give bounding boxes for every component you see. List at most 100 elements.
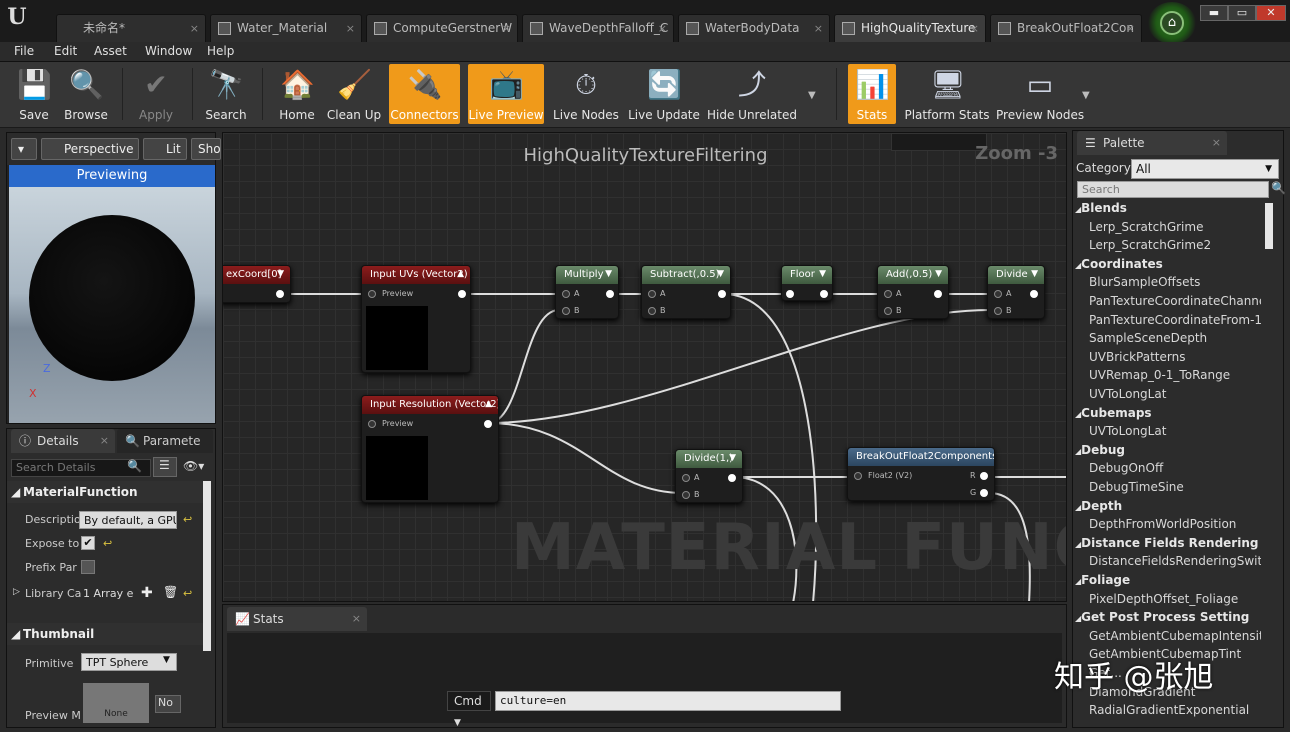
stats-button[interactable]: 📊 Stats <box>848 64 896 124</box>
input-pin[interactable] <box>682 491 690 499</box>
node-multiply[interactable]: Multiply ▼ A B <box>555 265 619 319</box>
node-floor[interactable]: Floor ▼ <box>781 265 833 301</box>
palette-item[interactable]: DebugOnOff <box>1089 461 1261 475</box>
apply-button[interactable]: ✔ Apply <box>130 64 182 124</box>
node-divide[interactable]: Divide ▼ A B <box>987 265 1045 319</box>
tab-breakout-float2[interactable]: BreakOutFloat2Con × <box>990 14 1142 42</box>
chevron-down-icon[interactable]: ▼ <box>935 269 942 279</box>
input-pin[interactable] <box>994 290 1002 298</box>
node-add[interactable]: Add(,0.5) ▼ A B <box>877 265 949 319</box>
show-button[interactable]: Sho <box>191 138 221 160</box>
chevron-down-icon[interactable]: ▼ <box>729 453 736 463</box>
output-pin[interactable] <box>484 420 492 428</box>
output-pin[interactable] <box>276 290 284 298</box>
palette-item[interactable]: UVBrickPatterns <box>1089 350 1261 364</box>
palette-group[interactable]: ◢Blends <box>1075 201 1127 215</box>
palette-group[interactable]: ◢Coordinates <box>1075 257 1163 271</box>
output-pin[interactable] <box>820 290 828 298</box>
palette-search-input[interactable]: Search <box>1077 181 1269 198</box>
search-button[interactable]: 🔭 Search <box>200 64 252 124</box>
input-pin[interactable] <box>648 307 656 315</box>
close-window-button[interactable]: ✕ <box>1256 5 1286 21</box>
cmd-dropdown[interactable]: Cmd ▼ <box>447 691 491 728</box>
input-pin[interactable] <box>884 307 892 315</box>
hide-unrelated-button[interactable]: ⤴ Hide Unrelated <box>706 64 798 124</box>
chevron-down-icon[interactable]: ▼ <box>717 269 724 279</box>
collapse-arrow-icon[interactable]: ▲ <box>457 269 464 279</box>
close-icon[interactable]: × <box>352 607 361 631</box>
palette-item[interactable]: RadialGradientExponential <box>1089 703 1261 717</box>
node-breakout-float2[interactable]: BreakOutFloat2Components Float2 (V2) R G <box>847 447 995 501</box>
palette-group[interactable]: ◢Foliage <box>1075 573 1130 587</box>
palette-item[interactable]: UVToLongLat <box>1089 387 1261 401</box>
unreal-logo-icon[interactable]: U <box>4 4 30 30</box>
home-button[interactable]: 🏠 Home <box>272 64 322 124</box>
browse-button[interactable]: 🔍 Browse <box>60 64 112 124</box>
preview-scene[interactable]: Z X <box>9 187 215 423</box>
prefix-checkbox[interactable] <box>81 560 95 574</box>
close-icon[interactable]: × <box>1126 15 1135 42</box>
output-pin[interactable] <box>718 290 726 298</box>
tab-details[interactable]: ⓘ Details × <box>11 429 115 453</box>
output-pin[interactable] <box>980 472 988 480</box>
palette-item[interactable]: UVToLongLat <box>1089 424 1261 438</box>
trash-icon[interactable]: 🗑 <box>163 585 178 599</box>
node-input-resolution[interactable]: Input Resolution (Vector2) ▲ Preview <box>361 395 499 503</box>
close-icon[interactable]: × <box>814 15 823 42</box>
input-pin[interactable] <box>368 290 376 298</box>
palette-item[interactable]: BlurSampleOffsets <box>1089 275 1261 289</box>
palette-item[interactable]: PixelDepthOffset_Foliage <box>1089 592 1261 606</box>
output-pin[interactable] <box>728 474 736 482</box>
preview-dropdown[interactable]: No <box>155 695 181 713</box>
palette-item[interactable]: GetAmbientCubemapIntensity <box>1089 629 1261 643</box>
palette-item[interactable]: DistanceFieldsRenderingSwitc <box>1089 554 1261 568</box>
close-icon[interactable]: × <box>346 15 355 42</box>
category-material-function[interactable]: ◢ MaterialFunction <box>7 481 203 503</box>
node-subtract[interactable]: Subtract(,0.5) ▼ A B <box>641 265 731 319</box>
preview-viewport[interactable]: ▾ Perspective Lit Sho Previewing Z X <box>6 132 221 424</box>
chevron-down-icon[interactable]: ▼ <box>1082 90 1090 101</box>
description-field[interactable]: By default, a GPU <box>79 511 177 529</box>
input-pin[interactable] <box>648 290 656 298</box>
tab-compute-gerstner[interactable]: ComputeGerstnerW × <box>366 14 518 42</box>
palette-item[interactable]: PanTextureCoordinateFrom-1 <box>1089 313 1261 327</box>
platform-stats-button[interactable]: 🖥 Platform Stats <box>904 64 990 124</box>
close-icon[interactable]: × <box>100 429 109 453</box>
expose-checkbox[interactable]: ✔ <box>81 536 95 550</box>
palette-group[interactable]: ◢Debug <box>1075 443 1125 457</box>
expand-arrow-icon[interactable]: ▷ <box>13 587 20 597</box>
connectors-button[interactable]: 🔌 Connectors <box>389 64 460 124</box>
viewport-options-button[interactable]: ▾ <box>11 138 37 160</box>
menu-edit[interactable]: Edit <box>54 44 77 58</box>
collapse-arrow-icon[interactable]: ▲ <box>485 399 492 409</box>
tab-palette[interactable]: ☰ Palette × <box>1077 131 1227 155</box>
preview-nodes-button[interactable]: ▭ Preview Nodes <box>996 64 1084 124</box>
menu-file[interactable]: File <box>14 44 34 58</box>
category-thumbnail[interactable]: ◢ Thumbnail <box>7 623 203 645</box>
output-pin[interactable] <box>458 290 466 298</box>
minimize-button[interactable]: ▬ <box>1200 5 1228 21</box>
node-input-uvs[interactable]: Input UVs (Vector2) ▲ Preview <box>361 265 471 373</box>
close-icon[interactable]: × <box>658 15 667 42</box>
output-pin[interactable] <box>980 489 988 497</box>
reset-icon[interactable]: ↩ <box>183 587 192 600</box>
palette-group[interactable]: ◢Distance Fields Rendering <box>1075 536 1258 550</box>
palette-item[interactable]: UVRemap_0-1_ToRange <box>1089 368 1261 382</box>
details-scrollbar[interactable] <box>203 481 211 651</box>
tab-stats[interactable]: 📈 Stats × <box>227 607 367 631</box>
close-icon[interactable]: × <box>190 15 199 42</box>
reset-icon[interactable]: ↩ <box>103 537 112 550</box>
palette-scrollbar[interactable] <box>1265 203 1273 249</box>
category-dropdown[interactable]: All ▼ <box>1131 159 1279 179</box>
close-icon[interactable]: × <box>970 15 979 42</box>
eye-icon[interactable]: 👁▾ <box>183 459 204 473</box>
menu-asset[interactable]: Asset <box>94 44 127 58</box>
tab-water-body-data[interactable]: WaterBodyData × <box>678 14 830 42</box>
palette-item[interactable]: Lerp_ScratchGrime2 <box>1089 238 1261 252</box>
input-pin[interactable] <box>562 307 570 315</box>
add-icon[interactable]: ✚ <box>141 585 153 601</box>
node-texcoord[interactable]: exCoord[0] ▼ <box>223 265 291 303</box>
lit-button[interactable]: Lit <box>143 138 187 160</box>
palette-group[interactable]: ◢Get Post Process Setting <box>1075 610 1249 624</box>
tab-untitled[interactable]: 未命名* × <box>56 14 206 42</box>
